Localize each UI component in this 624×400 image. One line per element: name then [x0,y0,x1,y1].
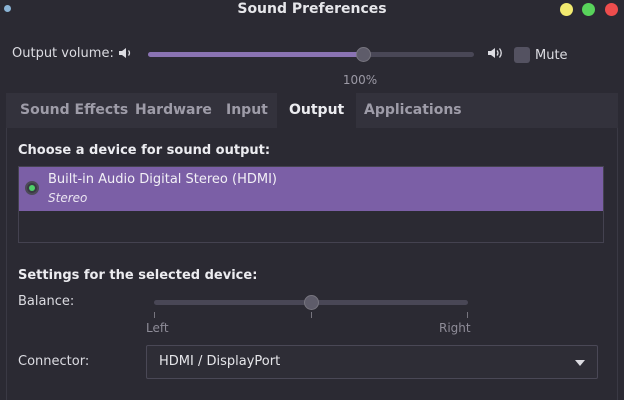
close-button[interactable] [605,3,618,16]
speaker-high-icon [488,48,502,58]
output-volume-slider[interactable] [148,47,474,62]
balance-tick-left [154,312,155,318]
maximize-button[interactable] [582,3,595,16]
device-profile: Stereo [48,191,88,205]
tab-input[interactable]: Input [214,93,280,128]
window-title: Sound Preferences [237,1,387,17]
balance-slider[interactable] [154,295,468,310]
balance-tick-right [467,312,468,318]
tab-sound-effects[interactable]: Sound Effects [8,93,140,128]
connector-select[interactable]: HDMI / DisplayPort [146,345,598,379]
output-volume-handle[interactable] [356,47,372,62]
balance-right-label: Right [439,321,471,335]
output-volume-value: 100% [342,73,378,87]
connector-label: Connector: [18,354,90,369]
speaker-low-icon [119,48,131,58]
device-name: Built-in Audio Digital Stereo (HDMI) [48,172,277,187]
title-bar: Sound Preferences [0,0,624,20]
device-heading: Choose a device for sound output: [18,143,271,158]
mute-label[interactable]: Mute [535,48,568,63]
tab-output[interactable]: Output [277,93,357,128]
device-radio[interactable] [25,181,39,195]
output-volume-fill [148,52,364,57]
balance-tick-center [311,312,312,318]
tab-applications[interactable]: Applications [352,93,474,128]
tab-bar: Sound Effects Hardware Input Output Appl… [6,93,618,128]
chevron-down-icon [575,360,585,366]
connector-value: HDMI / DisplayPort [159,354,281,369]
mute-checkbox[interactable] [514,47,530,63]
tab-hardware[interactable]: Hardware [123,93,224,128]
device-list[interactable]: Built-in Audio Digital Stereo (HDMI) Ste… [18,166,604,243]
balance-handle[interactable] [304,295,319,310]
device-row[interactable]: Built-in Audio Digital Stereo (HDMI) Ste… [19,167,603,211]
balance-left-label: Left [146,321,169,335]
output-volume-label: Output volume: [12,46,114,61]
balance-label: Balance: [18,294,75,309]
minimize-button[interactable] [560,3,573,16]
settings-heading: Settings for the selected device: [18,268,258,283]
